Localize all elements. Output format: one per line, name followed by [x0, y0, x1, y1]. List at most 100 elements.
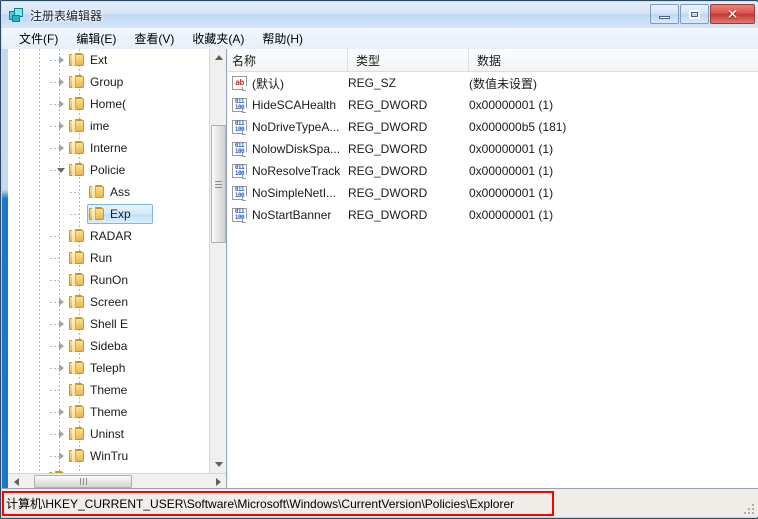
- value-name: NoSimpleNetI...: [252, 186, 337, 200]
- value-type: REG_DWORD: [348, 98, 428, 112]
- tree-node-label: Group: [90, 75, 124, 89]
- menu-edit[interactable]: 编辑(E): [67, 28, 125, 49]
- folder-icon: [69, 53, 85, 67]
- value-name: NolowDiskSpa...: [252, 142, 341, 156]
- value-name-cell: 011 100 NoDriveTypeA...: [228, 120, 348, 134]
- menu-favorites[interactable]: 收藏夹(A): [183, 28, 253, 49]
- collapse-arrow-icon[interactable]: [56, 297, 67, 308]
- tree-node-theme[interactable]: Theme: [8, 401, 210, 423]
- column-header-type[interactable]: 类型: [348, 49, 469, 71]
- menu-view[interactable]: 查看(V): [125, 28, 183, 49]
- minimize-button[interactable]: [650, 4, 679, 24]
- tree-node-teleph[interactable]: Teleph: [8, 357, 210, 379]
- window-title: 注册表编辑器: [30, 8, 103, 23]
- value-row[interactable]: 011 100 NoResolveTrack REG_DWORD 0x00000001 …: [228, 160, 758, 182]
- tree-scroll-up-button[interactable]: [210, 49, 226, 66]
- registry-values-pane[interactable]: 名称 类型 数据 ab (默认) REG_SZ (数值未设置) 011 100 HideSC…: [228, 49, 758, 489]
- registry-editor-icon: [8, 7, 24, 23]
- tree-node-shell-e[interactable]: Shell E: [8, 313, 210, 335]
- tree-node-wintru[interactable]: WinTru: [8, 445, 210, 467]
- window-controls: ✕: [650, 4, 755, 24]
- tree-scroll-right-button[interactable]: [210, 474, 226, 489]
- value-name: (默认): [252, 76, 284, 91]
- tree-vertical-scroll-thumb[interactable]: [211, 125, 226, 243]
- tree-node-exp[interactable]: Exp: [8, 203, 210, 225]
- menu-file[interactable]: 文件(F): [10, 28, 67, 49]
- collapse-arrow-icon[interactable]: [56, 363, 67, 374]
- tree-scroll-down-button[interactable]: [210, 456, 226, 473]
- tree-node-policie[interactable]: Policie: [8, 159, 210, 181]
- tree-node-ext[interactable]: Ext: [8, 49, 210, 71]
- folder-icon: [69, 405, 85, 419]
- collapse-arrow-icon[interactable]: [56, 55, 67, 66]
- tree-node-label: Run: [90, 251, 113, 265]
- collapse-arrow-icon[interactable]: [56, 407, 67, 418]
- collapse-arrow-icon[interactable]: [56, 451, 67, 462]
- tree-node-label: Theme: [90, 383, 128, 397]
- value-row[interactable]: 011 100 HideSCAHealth REG_DWORD 0x00000001 (…: [228, 94, 758, 116]
- value-row[interactable]: 011 100 NolowDiskSpa... REG_DWORD 0x00000001…: [228, 138, 758, 160]
- collapse-arrow-icon[interactable]: [56, 121, 67, 132]
- tree-node-home[interactable]: Home(: [8, 93, 210, 115]
- tree-node-runon[interactable]: RunOn: [8, 269, 210, 291]
- collapse-arrow-icon[interactable]: [56, 341, 67, 352]
- tree-node-label: Ext: [90, 53, 108, 67]
- tree-vertical-scrollbar[interactable]: [209, 49, 226, 473]
- tree-node-interne[interactable]: Interne: [8, 137, 210, 159]
- column-header-data[interactable]: 数据: [469, 49, 758, 71]
- value-data: 0x00000001 (1): [469, 186, 554, 200]
- tree-node-run[interactable]: Run: [8, 247, 210, 269]
- tree-node-label: Exp: [110, 207, 131, 221]
- tree-node-label: ime: [90, 119, 110, 133]
- close-button[interactable]: ✕: [710, 4, 755, 24]
- dword-value-icon: 011 100: [232, 120, 247, 134]
- tree-node-label: Home(: [90, 97, 127, 111]
- column-header-name[interactable]: 名称: [228, 49, 348, 71]
- tree-node-radar[interactable]: RADAR: [8, 225, 210, 247]
- value-type: REG_DWORD: [348, 186, 428, 200]
- value-row[interactable]: 011 100 NoDriveTypeA... REG_DWORD 0x000000b5…: [228, 116, 758, 138]
- value-name-cell: 011 100 NoSimpleNetI...: [228, 186, 348, 200]
- tree-node-label: Teleph: [90, 361, 126, 375]
- folder-icon: [69, 361, 85, 375]
- dword-value-icon: 011 100: [232, 164, 247, 178]
- collapse-arrow-icon[interactable]: [56, 143, 67, 154]
- tree-node-ass[interactable]: Ass: [8, 181, 210, 203]
- maximize-button[interactable]: [680, 4, 709, 24]
- tree-node-sideba[interactable]: Sideba: [8, 335, 210, 357]
- value-row[interactable]: ab (默认) REG_SZ (数值未设置): [228, 72, 758, 94]
- tree-node-label: Ass: [110, 185, 131, 199]
- tree-node-screen[interactable]: Screen: [8, 291, 210, 313]
- dword-value-icon: 011 100: [232, 142, 247, 156]
- values-list: ab (默认) REG_SZ (数值未设置) 011 100 HideSCAHealth RE…: [228, 72, 758, 226]
- value-row[interactable]: 011 100 NoSimpleNetI... REG_DWORD 0x00000001…: [228, 182, 758, 204]
- tree-scroll-left-button[interactable]: [8, 474, 25, 489]
- tree-horizontal-scroll-thumb[interactable]: [34, 475, 132, 488]
- chevron-down-icon: [214, 462, 223, 467]
- expand-arrow-icon[interactable]: [56, 165, 67, 176]
- tree-node-group[interactable]: Group: [8, 71, 210, 93]
- menu-help[interactable]: 帮助(H): [253, 28, 312, 49]
- folder-icon: [49, 471, 65, 473]
- value-data: (数值未设置): [469, 76, 537, 91]
- collapse-arrow-icon[interactable]: [56, 429, 67, 440]
- tree-node-label: Sideba: [90, 339, 128, 353]
- collapse-arrow-icon[interactable]: [56, 99, 67, 110]
- title-bar[interactable]: 注册表编辑器 ✕: [2, 2, 758, 28]
- value-row[interactable]: 011 100 NoStartBanner REG_DWORD 0x00000001 (…: [228, 204, 758, 226]
- resize-grip-icon[interactable]: [743, 503, 755, 515]
- tree-node-label: RunOn: [90, 273, 129, 287]
- registry-editor-window: 注册表编辑器 ✕ 文件(F) 编辑(E) 查看(V) 收藏夹(A) 帮助(H): [0, 0, 758, 519]
- tree-node-theme[interactable]: Theme: [8, 379, 210, 401]
- collapse-arrow-icon[interactable]: [56, 319, 67, 330]
- tree-node-uninst[interactable]: Uninst: [8, 423, 210, 445]
- collapse-arrow-icon[interactable]: [56, 77, 67, 88]
- folder-icon: [69, 449, 85, 463]
- tree-node-ime[interactable]: ime: [8, 115, 210, 137]
- tree-horizontal-scrollbar[interactable]: [8, 473, 226, 489]
- registry-tree-pane[interactable]: Ext Group Home( ime Interne Policie Ass Exp RADA…: [8, 49, 227, 489]
- folder-icon: [69, 163, 85, 177]
